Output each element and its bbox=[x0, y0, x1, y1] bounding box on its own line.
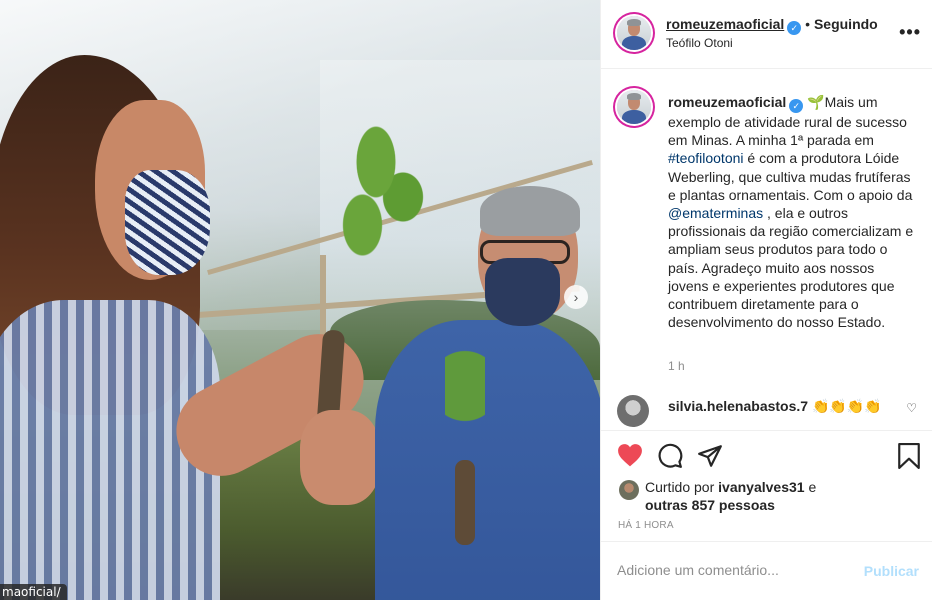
share-send-icon[interactable] bbox=[697, 443, 723, 474]
commenter-username[interactable]: silvia.helenabastos.7 bbox=[668, 398, 808, 414]
save-bookmark-icon[interactable] bbox=[897, 443, 921, 474]
verified-badge-icon: ✓ bbox=[789, 99, 804, 113]
comment-bubble-icon[interactable] bbox=[657, 443, 683, 474]
comment-line: silvia.helenabastos.7 👏👏👏👏 bbox=[668, 398, 882, 415]
caption-username[interactable]: romeuzemaoficial bbox=[668, 94, 786, 110]
photo-man-hair bbox=[480, 186, 580, 236]
author-avatar[interactable] bbox=[617, 16, 651, 50]
post-time-ago[interactable]: HÁ 1 HORA bbox=[618, 520, 674, 531]
photo-seedling-tube bbox=[455, 460, 475, 545]
carousel-next-icon[interactable]: › bbox=[564, 285, 588, 309]
comment-item: silvia.helenabastos.7 👏👏👏👏 ♡ bbox=[617, 395, 917, 427]
add-comment-bar: Publicar bbox=[601, 541, 932, 600]
photo-seedling bbox=[445, 350, 485, 470]
photo-plant-leaves bbox=[340, 120, 430, 260]
liker-avatar[interactable] bbox=[619, 480, 639, 500]
post-photo[interactable]: › maoficial/ bbox=[0, 0, 600, 600]
status-url-overlay: maoficial/ bbox=[0, 584, 67, 600]
following-button[interactable]: Seguindo bbox=[814, 16, 878, 32]
post-location[interactable]: Teófilo Otoni bbox=[666, 36, 733, 50]
hashtag-link[interactable]: #teofilootoni bbox=[668, 150, 744, 166]
liked-user-link[interactable]: ivanyalves31 bbox=[718, 479, 804, 495]
liked-prefix: Curtido por bbox=[645, 479, 719, 495]
more-options-icon[interactable]: ••• bbox=[899, 22, 921, 43]
comment-like-icon[interactable]: ♡ bbox=[906, 401, 917, 415]
photo-man-mask bbox=[485, 258, 560, 326]
post-caption: romeuzemaoficial ✓ 🌱Mais um exemplo de at… bbox=[668, 93, 918, 331]
commenter-avatar[interactable] bbox=[617, 395, 649, 427]
caption-text-3: , ela e outros profissionais da região c… bbox=[668, 205, 914, 331]
publish-button[interactable]: Publicar bbox=[864, 563, 919, 579]
author-username[interactable]: romeuzemaoficial bbox=[666, 16, 784, 32]
liked-others-link[interactable]: outras 857 pessoas bbox=[645, 497, 775, 513]
header-separator: • bbox=[805, 16, 811, 32]
post-side-panel: romeuzemaoficial ✓ • Seguindo Teófilo Oto… bbox=[600, 0, 932, 600]
mention-link[interactable]: @ematerminas bbox=[668, 205, 763, 221]
photo-man-shirt bbox=[375, 320, 600, 600]
add-comment-input[interactable] bbox=[617, 562, 857, 578]
photo-woman-mask bbox=[125, 170, 210, 275]
liked-and: e bbox=[804, 479, 817, 495]
caption-timestamp[interactable]: 1 h bbox=[668, 359, 685, 373]
header-line: romeuzemaoficial ✓ • Seguindo bbox=[666, 16, 878, 35]
photo-woman-hand bbox=[300, 410, 380, 505]
like-heart-icon[interactable] bbox=[617, 443, 643, 472]
post-header: romeuzemaoficial ✓ • Seguindo Teófilo Oto… bbox=[601, 0, 932, 69]
liked-by-text: Curtido por ivanyalves31 e outras 857 pe… bbox=[645, 478, 816, 514]
seedling-emoji: 🌱 bbox=[807, 94, 825, 110]
comment-text: 👏👏👏👏 bbox=[811, 398, 882, 414]
caption-author-avatar[interactable] bbox=[617, 90, 651, 124]
verified-badge-icon: ✓ bbox=[787, 21, 802, 35]
